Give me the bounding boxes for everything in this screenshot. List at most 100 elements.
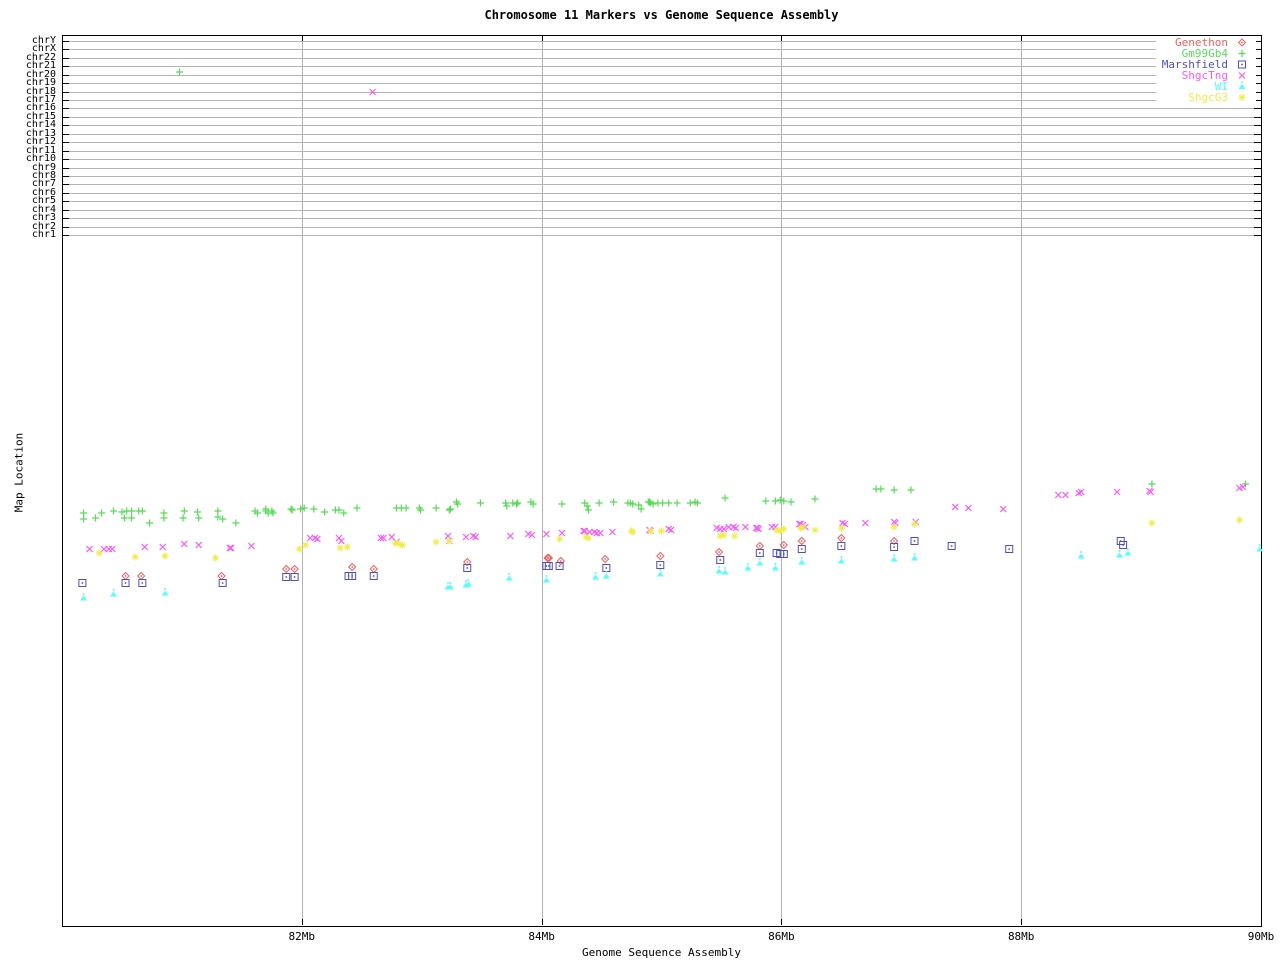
data-point-Genethon	[559, 560, 562, 562]
data-point-ShgcTng	[596, 529, 604, 537]
x-tick-label-86Mb: 86Mb	[768, 930, 795, 943]
data-point-WI	[605, 571, 608, 573]
legend: Genethon Gm99Gb4 Marshfield ShgcTng WI ShgcG3	[1155, 36, 1256, 105]
data-point-ShgcG3	[295, 545, 303, 553]
ShgcG3-marker-icon	[1238, 94, 1246, 101]
data-point-Marshfield	[840, 545, 843, 547]
data-point-ShgcG3	[837, 524, 845, 532]
data-point-WI	[465, 580, 468, 582]
data-point-ShgcTng	[951, 503, 959, 511]
data-point-WI	[744, 565, 752, 571]
data-point-Genethon	[758, 545, 761, 547]
data-point-WI	[545, 575, 548, 577]
data-point-ShgcG3	[584, 534, 592, 542]
data-point-ShgcG3	[161, 552, 169, 560]
data-point-Gm99Gb4	[92, 514, 100, 522]
data-point-Gm99Gb4	[721, 494, 729, 502]
data-point-Gm99Gb4	[476, 499, 484, 507]
data-point-Gm99Gb4	[98, 509, 106, 517]
data-point-ShgcTng	[195, 541, 203, 549]
data-point-ShgcG3	[95, 549, 103, 557]
data-point-Gm99Gb4	[446, 505, 454, 513]
data-point-Genethon	[140, 575, 143, 577]
data-point-Genethon	[893, 540, 896, 542]
data-point-Gm99Gb4	[659, 499, 667, 507]
data-point-Marshfield	[913, 540, 916, 542]
plot-border	[62, 35, 1262, 927]
Gm99Gb4-marker-icon	[1238, 50, 1246, 57]
legend-marker-Gm99Gb4	[1238, 50, 1246, 57]
ShgcTng-marker-icon	[1238, 72, 1246, 79]
data-point-Gm99Gb4	[214, 507, 222, 515]
data-point-WI	[913, 553, 916, 555]
data-point-Gm99Gb4	[811, 495, 819, 503]
data-point-ShgcTng	[861, 519, 869, 527]
data-point-Gm99Gb4	[353, 504, 361, 512]
data-point-WI	[1258, 544, 1261, 546]
data-point-ShgcG3	[890, 523, 898, 531]
data-point-ShgcG3	[910, 520, 918, 528]
data-point-ShgcG3	[211, 554, 219, 562]
data-point-Gm99Gb4	[890, 486, 898, 494]
data-point-ShgcTng	[248, 542, 255, 550]
legend-marker-Genethon	[1241, 41, 1243, 44]
data-point-ShgcTng	[337, 537, 345, 545]
data-point-Marshfield	[285, 576, 288, 578]
data-point-WI	[161, 590, 169, 596]
legend-item-ShgcTng: ShgcTng	[1162, 70, 1254, 81]
data-point-ShgcTng	[965, 504, 972, 512]
data-point-Marshfield	[1008, 548, 1011, 550]
data-point-ShgcG3	[399, 541, 407, 549]
data-point-WI	[1116, 552, 1124, 558]
data-point-Gm99Gb4	[138, 507, 146, 515]
data-point-ShgcG3	[647, 527, 655, 535]
data-point-Genethon	[718, 551, 720, 553]
data-point-WI	[505, 575, 513, 581]
data-point-WI	[721, 569, 729, 575]
data-point-WI	[449, 582, 452, 584]
data-point-Gm99Gb4	[80, 509, 88, 517]
data-point-WI	[659, 569, 662, 571]
data-point-ShgcTng	[444, 532, 452, 540]
data-point-ShgcG3	[1235, 516, 1243, 524]
data-point-ShgcG3	[799, 523, 807, 531]
data-point-Gm99Gb4	[146, 519, 154, 527]
data-point-Gm99Gb4	[771, 497, 779, 505]
data-point-ShgcTng	[542, 530, 550, 538]
data-point-Gm99Gb4	[160, 514, 168, 522]
data-point-Genethon	[220, 575, 223, 577]
data-point-Genethon	[659, 555, 662, 557]
chromosome-markers-chart: Chromosome 11 Markers vs Genome Sequence…	[0, 0, 1280, 960]
data-point-Gm99Gb4	[402, 504, 410, 512]
data-point-ShgcTng	[462, 533, 470, 541]
data-point-ShgcTng	[141, 543, 149, 551]
data-point-WI	[893, 554, 896, 556]
data-point-WI	[724, 567, 727, 569]
data-point-Marshfield	[466, 567, 469, 569]
data-point-ShgcTng	[226, 544, 234, 552]
data-point-ShgcTng	[742, 523, 749, 531]
data-point-ShgcG3	[720, 531, 728, 539]
data-point-Marshfield	[950, 545, 953, 547]
data-point-Marshfield	[141, 582, 144, 584]
data-point-Genethon	[293, 568, 296, 570]
data-point-Genethon	[285, 568, 288, 570]
data-point-ShgcTng	[507, 532, 514, 540]
data-point-ShgcG3	[445, 537, 453, 545]
data-point-ShgcTng	[1113, 488, 1121, 496]
data-point-Gm99Gb4	[762, 497, 770, 505]
data-point-ShgcTng	[1062, 491, 1069, 499]
data-point-Genethon	[782, 544, 785, 546]
data-point-WI	[80, 595, 88, 601]
data-point-Gm99Gb4	[120, 514, 128, 522]
data-point-Marshfield	[81, 582, 84, 584]
data-point-WI	[594, 572, 597, 574]
data-point-Gm99Gb4	[128, 514, 136, 522]
data-point-WI	[910, 555, 918, 561]
legend-marker-ShgcTng	[1238, 72, 1246, 79]
data-point-Genethon	[604, 558, 607, 560]
data-point-ShgcTng	[86, 545, 94, 553]
data-point-WI	[656, 571, 664, 577]
data-point-Marshfield	[293, 576, 296, 578]
data-point-Gm99Gb4	[512, 500, 520, 508]
